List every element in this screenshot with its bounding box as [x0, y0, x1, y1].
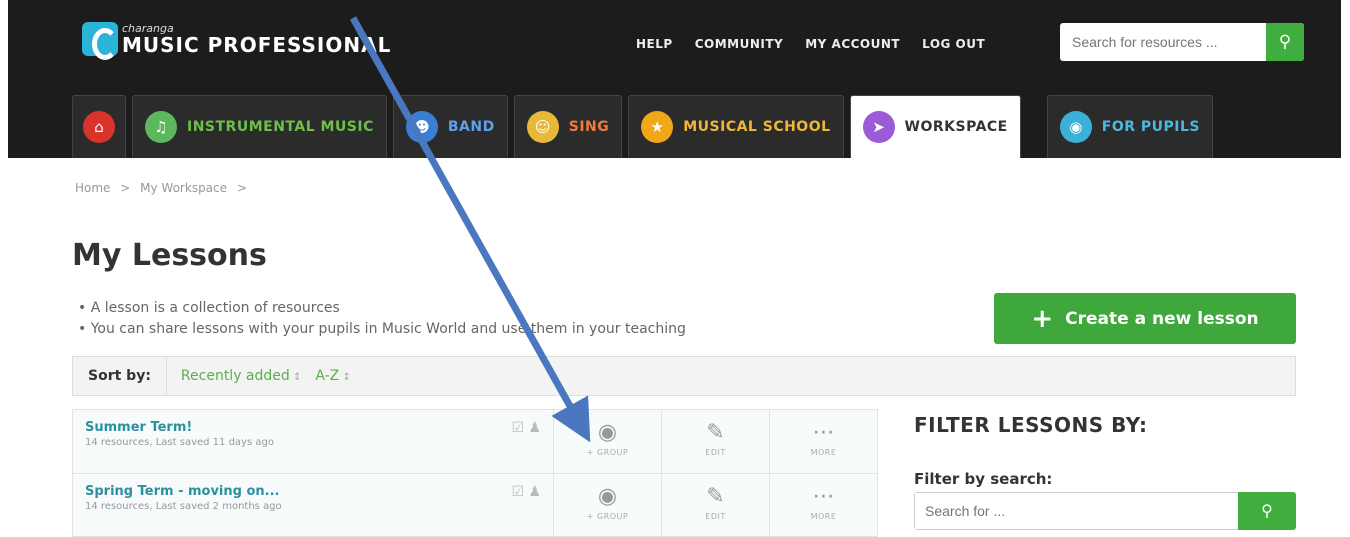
tab-label: WORKSPACE [904, 119, 1008, 135]
edit-action[interactable]: ✎ EDIT [661, 474, 769, 536]
page-title: My Lessons [72, 238, 267, 273]
tab-for-pupils[interactable]: ◉ FOR PUPILS [1046, 95, 1213, 158]
search-icon: ⚲ [1278, 32, 1292, 52]
breadcrumb-separator: > [120, 181, 131, 195]
tab-home[interactable]: ⌂ [72, 95, 126, 158]
tab-workspace[interactable]: ➤ WORKSPACE [849, 95, 1021, 158]
nav-my-account[interactable]: MY ACCOUNT [805, 37, 900, 51]
filter-search-input[interactable] [915, 493, 1235, 529]
action-label: EDIT [705, 512, 726, 521]
search-button[interactable]: ⚲ [1266, 23, 1304, 61]
main-tabs: ⌂ ♫ INSTRUMENTAL MUSIC ☻ BAND ☺ SING ★ M… [72, 95, 1213, 158]
tab-band[interactable]: ☻ BAND [392, 95, 508, 158]
more-action[interactable]: ⋯ MORE [769, 474, 877, 536]
sort-recently-added[interactable]: Recently added [181, 368, 301, 384]
pencil-icon: ✎ [706, 484, 725, 509]
charanga-logo-icon [82, 22, 118, 60]
globe-icon: ◉ [1059, 111, 1092, 143]
brand-name: MUSIC PROFESSIONAL [122, 32, 392, 57]
lesson-list: Summer Term! 14 resources, Last saved 11… [72, 409, 878, 537]
group-action[interactable]: ◉ + GROUP [553, 474, 661, 536]
create-lesson-label: Create a new lesson [1065, 308, 1259, 329]
bullet-item: A lesson is a collection of resources [78, 298, 686, 319]
sort-a-z[interactable]: A-Z [315, 368, 350, 384]
breadcrumb-separator: > [236, 181, 247, 195]
globe-icon: ◉ [597, 484, 618, 509]
pin-icon: ➤ [862, 111, 895, 143]
tab-label: BAND [447, 119, 495, 135]
tab-label: FOR PUPILS [1101, 119, 1200, 135]
pencil-icon: ✎ [706, 420, 725, 445]
search-icon: ⚲ [1261, 501, 1273, 520]
tab-label: INSTRUMENTAL MUSIC [187, 119, 374, 135]
bullet-item: You can share lessons with your pupils i… [78, 319, 686, 340]
nav-help[interactable]: HELP [636, 37, 673, 51]
group-action[interactable]: ◉ + GROUP [553, 410, 661, 473]
lesson-status-icons: ☑ ♟ [511, 484, 541, 500]
lesson-row: Summer Term! 14 resources, Last saved 11… [72, 409, 878, 473]
intro-bullets: A lesson is a collection of resources Yo… [78, 298, 686, 340]
lesson-name[interactable]: Spring Term - moving on... [85, 484, 541, 499]
action-label: MORE [810, 512, 837, 521]
top-nav: HELP COMMUNITY MY ACCOUNT LOG OUT [636, 37, 985, 51]
lesson-status-icons: ☑ ♟ [511, 420, 541, 436]
breadcrumb-workspace[interactable]: My Workspace [140, 181, 227, 195]
tab-label: SING [568, 119, 610, 135]
lesson-name[interactable]: Summer Term! [85, 420, 541, 435]
create-lesson-button[interactable]: + Create a new lesson [994, 293, 1296, 344]
lesson-meta: 14 resources, Last saved 2 months ago [85, 501, 282, 512]
tab-label: MUSICAL SCHOOL [683, 119, 831, 135]
ellipsis-icon: ⋯ [812, 420, 835, 445]
nav-log-out[interactable]: LOG OUT [922, 37, 985, 51]
breadcrumb-home[interactable]: Home [75, 181, 110, 195]
tab-instrumental-music[interactable]: ♫ INSTRUMENTAL MUSIC [132, 95, 387, 158]
more-action[interactable]: ⋯ MORE [769, 410, 877, 473]
resource-search: ⚲ [1060, 23, 1304, 61]
nav-community[interactable]: COMMUNITY [695, 37, 784, 51]
tab-sing[interactable]: ☺ SING [513, 95, 623, 158]
globe-icon: ◉ [597, 420, 618, 445]
ellipsis-icon: ⋯ [812, 484, 835, 509]
breadcrumb: Home > My Workspace > [75, 181, 253, 195]
brand-logo[interactable]: charanga MUSIC PROFESSIONAL [82, 21, 392, 60]
lesson-meta: 14 resources, Last saved 11 days ago [85, 437, 274, 448]
band-icon: ☻ [405, 111, 438, 143]
sort-bar: Sort by: Recently added A-Z [72, 356, 1296, 396]
home-icon: ⌂ [83, 111, 115, 143]
edit-action[interactable]: ✎ EDIT [661, 410, 769, 473]
filter-label: Filter by search: [914, 470, 1053, 488]
music-icon: ♫ [145, 111, 177, 143]
sort-label: Sort by: [73, 357, 167, 395]
filter-search: ⚲ [914, 492, 1296, 530]
lesson-row: Spring Term - moving on... 14 resources,… [72, 473, 878, 537]
filter-title: FILTER LESSONS BY: [914, 413, 1148, 437]
action-label: + GROUP [586, 512, 629, 521]
tab-musical-school[interactable]: ★ MUSICAL SCHOOL [628, 95, 844, 158]
resource-search-input[interactable] [1060, 23, 1260, 61]
school-icon: ★ [641, 111, 674, 143]
sing-icon: ☺ [526, 111, 559, 143]
action-label: EDIT [705, 448, 726, 457]
action-label: MORE [810, 448, 837, 457]
action-label: + GROUP [586, 448, 629, 457]
plus-icon: + [1031, 303, 1054, 334]
brand-small: charanga [122, 21, 174, 35]
filter-search-button[interactable]: ⚲ [1238, 492, 1296, 530]
